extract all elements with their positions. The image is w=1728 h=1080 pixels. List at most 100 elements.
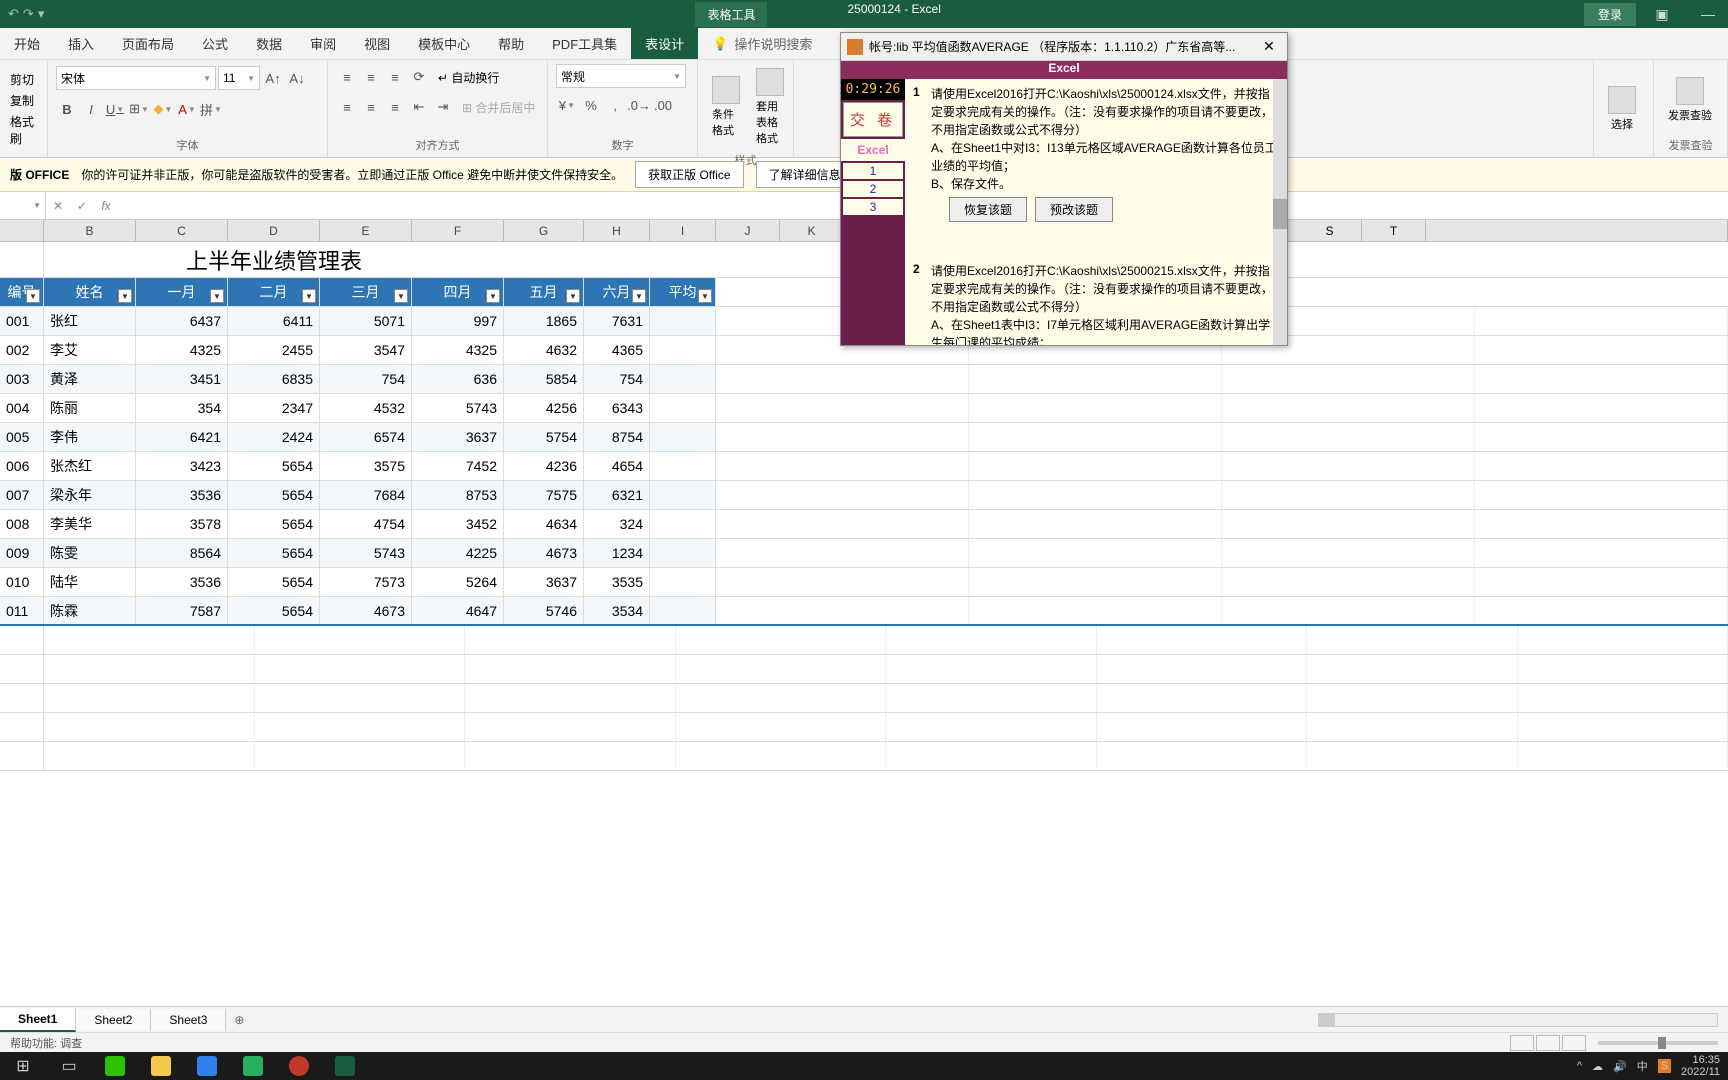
tab-insert[interactable]: 插入 — [54, 28, 108, 59]
decrease-font-icon[interactable]: A↓ — [286, 67, 308, 89]
tab-template[interactable]: 模板中心 — [404, 28, 484, 59]
start-button[interactable]: ⊞ — [0, 1052, 46, 1080]
view-break-icon[interactable] — [1562, 1035, 1586, 1051]
submit-exam-button[interactable]: 交 卷 — [843, 102, 903, 137]
tab-data[interactable]: 数据 — [242, 28, 296, 59]
tab-pdf[interactable]: PDF工具集 — [538, 28, 631, 59]
qat-dropdown-icon[interactable]: ▾ — [38, 6, 45, 22]
fill-color-button[interactable]: ◆▼ — [152, 98, 174, 120]
horizontal-scrollbar[interactable] — [1318, 1013, 1718, 1027]
col-header-k[interactable]: K — [780, 220, 844, 241]
col-header-e[interactable]: E — [320, 220, 412, 241]
login-button[interactable]: 登录 — [1584, 3, 1636, 26]
font-size-select[interactable]: 11▼ — [218, 66, 260, 90]
col-header-g[interactable]: G — [504, 220, 584, 241]
table-header-1[interactable]: 姓名▼ — [44, 278, 136, 306]
excel-taskbar-icon[interactable] — [322, 1052, 368, 1080]
col-header-f[interactable]: F — [412, 220, 504, 241]
col-header-i[interactable]: I — [650, 220, 716, 241]
table-header-0[interactable]: 编号▼ — [0, 278, 44, 306]
phonetic-button[interactable]: 拼▼ — [200, 98, 222, 120]
sogou-icon[interactable]: S — [1658, 1059, 1671, 1073]
copy-button[interactable]: 复制 — [8, 91, 39, 110]
cloud-icon[interactable]: ☁ — [1592, 1060, 1603, 1073]
preview-question-button[interactable]: 预改该题 — [1035, 197, 1113, 222]
table-row[interactable]: 003黄泽345168357546365854754 — [0, 365, 1728, 394]
volume-icon[interactable]: 🔊 — [1613, 1060, 1627, 1073]
align-left-icon[interactable]: ≡ — [336, 96, 358, 118]
table-header-4[interactable]: 三月▼ — [320, 278, 412, 306]
table-header-7[interactable]: 六月▼ — [584, 278, 650, 306]
name-box[interactable]: ▼ — [0, 192, 46, 219]
question-nav-1[interactable]: 1 — [843, 163, 903, 179]
filter-icon[interactable]: ▼ — [698, 289, 712, 303]
filter-icon[interactable]: ▼ — [486, 289, 500, 303]
col-header-s[interactable]: S — [1298, 220, 1362, 242]
question-nav-3[interactable]: 3 — [843, 199, 903, 215]
filter-icon[interactable]: ▼ — [302, 289, 316, 303]
table-row[interactable]: 008李美华35785654475434524634324 — [0, 510, 1728, 539]
table-row[interactable]: 004陈丽35423474532574342566343 — [0, 394, 1728, 423]
exam-close-icon[interactable]: ✕ — [1257, 38, 1281, 55]
ime-indicator[interactable]: 中 — [1637, 1058, 1648, 1074]
restore-question-button[interactable]: 恢复该题 — [949, 197, 1027, 222]
cancel-icon[interactable]: ✕ — [46, 199, 70, 213]
wrap-text-button[interactable]: ↵ 自动换行 — [438, 69, 499, 86]
ribbon-display-icon[interactable]: ▣ — [1642, 6, 1682, 23]
tab-start[interactable]: 开始 — [0, 28, 54, 59]
decrease-decimal-icon[interactable]: .00 — [652, 94, 674, 116]
table-row[interactable]: 006张杰红342356543575745242364654 — [0, 452, 1728, 481]
view-layout-icon[interactable] — [1536, 1035, 1560, 1051]
align-top-icon[interactable]: ≡ — [336, 66, 358, 88]
border-button[interactable]: ⊞▼ — [128, 98, 150, 120]
bold-button[interactable]: B — [56, 98, 78, 120]
table-header-3[interactable]: 二月▼ — [228, 278, 320, 306]
percent-icon[interactable]: % — [580, 94, 602, 116]
table-row[interactable]: 007梁永年353656547684875375756321 — [0, 481, 1728, 510]
get-genuine-button[interactable]: 获取正版 Office — [635, 161, 743, 188]
table-row[interactable]: 005李伟642124246574363757548754 — [0, 423, 1728, 452]
tab-table-design[interactable]: 表设计 — [631, 28, 698, 59]
task-view-icon[interactable]: ▭ — [46, 1052, 92, 1080]
exam-titlebar[interactable]: 帐号:lib 平均值函数AVERAGE （程序版本：1.1.110.2）广东省高… — [841, 33, 1287, 61]
orientation-icon[interactable]: ⟳ — [408, 66, 430, 88]
system-tray[interactable]: ^ ☁ 🔊 中 S 16:352022/11 — [1569, 1054, 1728, 1078]
explorer-icon[interactable] — [138, 1052, 184, 1080]
merge-center-button[interactable]: ⊞ 合并后居中 — [462, 99, 535, 116]
col-header-c[interactable]: C — [136, 220, 228, 241]
invoice-button[interactable]: 发票查验 — [1662, 73, 1718, 127]
currency-icon[interactable]: ¥▼ — [556, 94, 578, 116]
clock[interactable]: 16:352022/11 — [1681, 1054, 1720, 1078]
sheet-tab-sheet3[interactable]: Sheet3 — [151, 1009, 226, 1031]
table-row[interactable]: 009陈雯856456545743422546731234 — [0, 539, 1728, 568]
format-painter-button[interactable]: 格式刷 — [8, 112, 39, 148]
align-center-icon[interactable]: ≡ — [360, 96, 382, 118]
filter-icon[interactable]: ▼ — [566, 289, 580, 303]
app-icon-1[interactable] — [184, 1052, 230, 1080]
tab-help[interactable]: 帮助 — [484, 28, 538, 59]
col-header-j[interactable]: J — [716, 220, 780, 241]
zoom-slider[interactable] — [1598, 1041, 1718, 1045]
font-color-button[interactable]: A▼ — [176, 98, 198, 120]
tell-me-search[interactable]: 💡 操作说明搜索 — [698, 28, 826, 59]
add-sheet-button[interactable]: ⊕ — [226, 1013, 252, 1027]
tab-formula[interactable]: 公式 — [188, 28, 242, 59]
learn-more-button[interactable]: 了解详细信息 — [756, 161, 854, 188]
align-bottom-icon[interactable]: ≡ — [384, 66, 406, 88]
table-header-2[interactable]: 一月▼ — [136, 278, 228, 306]
italic-button[interactable]: I — [80, 98, 102, 120]
filter-icon[interactable]: ▼ — [632, 289, 646, 303]
wechat-icon[interactable] — [92, 1052, 138, 1080]
select-button[interactable]: 选择 — [1602, 82, 1642, 136]
table-header-5[interactable]: 四月▼ — [412, 278, 504, 306]
fx-button[interactable]: fx — [94, 199, 118, 213]
conditional-format-button[interactable]: 条件格式 — [706, 72, 746, 142]
record-icon[interactable] — [276, 1052, 322, 1080]
select-all-corner[interactable] — [0, 220, 44, 241]
increase-decimal-icon[interactable]: .0→ — [628, 94, 650, 116]
sheet-tab-sheet2[interactable]: Sheet2 — [76, 1009, 151, 1031]
col-header-t[interactable]: T — [1362, 220, 1426, 242]
view-normal-icon[interactable] — [1510, 1035, 1534, 1051]
sheet-tab-sheet1[interactable]: Sheet1 — [0, 1008, 76, 1032]
question-nav-2[interactable]: 2 — [843, 181, 903, 197]
